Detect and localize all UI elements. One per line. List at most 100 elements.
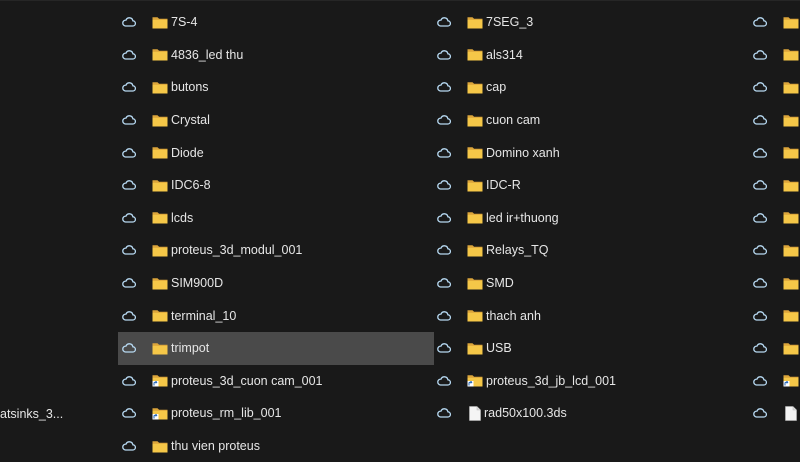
item-label: trimpot bbox=[171, 341, 210, 356]
folder-icon bbox=[152, 211, 168, 224]
cloud-sync-icon bbox=[753, 243, 768, 257]
item-label: Crystal bbox=[171, 113, 210, 128]
folder-icon bbox=[152, 146, 168, 159]
folder-item[interactable]: SIM900D bbox=[118, 267, 434, 300]
file-item[interactable]: r bbox=[749, 397, 800, 430]
item-label: terminal_10 bbox=[171, 308, 237, 323]
folder-icon bbox=[152, 81, 168, 94]
folder-item[interactable]: 7SEG_3 bbox=[433, 6, 749, 39]
folder-item[interactable]: l bbox=[749, 234, 800, 267]
folder-item[interactable]: l bbox=[749, 136, 800, 169]
cloud-sync-icon bbox=[122, 80, 137, 94]
cloud-sync-icon bbox=[437, 309, 452, 323]
folder-icon bbox=[467, 146, 483, 159]
folder-item[interactable]: IDC-R bbox=[433, 169, 749, 202]
folder-shortcut-icon bbox=[467, 374, 483, 387]
folder-shortcut-icon bbox=[783, 374, 799, 387]
folder-item[interactable]: j bbox=[749, 169, 800, 202]
item-label: SMD bbox=[486, 276, 514, 291]
file-column-1: 7S-4 4836_led thu butons Crystal Diode IDC6-8… bbox=[118, 6, 434, 462]
cloud-sync-icon bbox=[437, 276, 452, 290]
folder-item[interactable]: proteus_3d_jb_lcd_001 bbox=[433, 365, 749, 398]
item-label: 4836_led thu bbox=[171, 47, 244, 62]
cloud-sync-icon bbox=[437, 146, 452, 160]
cloud-sync-icon bbox=[122, 15, 137, 29]
file-item[interactable]: rad50x100.3ds bbox=[433, 397, 749, 430]
folder-shortcut-icon bbox=[152, 374, 168, 387]
folder-item[interactable]: p bbox=[749, 365, 800, 398]
folder-item[interactable]: proteus_3d_modul_001 bbox=[118, 234, 434, 267]
cloud-sync-icon bbox=[122, 178, 137, 192]
item-label: rad50x100.3ds bbox=[484, 406, 567, 421]
cloud-sync-icon bbox=[437, 211, 452, 225]
item-label: cuon cam bbox=[486, 113, 541, 128]
item-label: Diode bbox=[171, 145, 204, 160]
cloud-sync-icon bbox=[437, 341, 452, 355]
folder-icon bbox=[152, 277, 168, 290]
folder-icon bbox=[783, 179, 799, 192]
left-pane-item[interactable]: atsinks_3... bbox=[0, 404, 63, 424]
file-column-2: 7SEG_3 als314 cap cuon cam Domino xanh IDC-R l… bbox=[433, 6, 749, 430]
cloud-sync-icon bbox=[122, 374, 137, 388]
cloud-sync-icon bbox=[753, 374, 768, 388]
folder-item[interactable]: butons bbox=[118, 71, 434, 104]
folder-item[interactable]: l bbox=[749, 104, 800, 137]
cloud-sync-icon bbox=[122, 243, 137, 257]
file-icon bbox=[785, 406, 797, 421]
folder-item[interactable]: trimpot bbox=[118, 331, 434, 365]
folder-item[interactable]: c bbox=[749, 71, 800, 104]
folder-item[interactable]: thach anh bbox=[433, 299, 749, 332]
folder-icon bbox=[467, 48, 483, 61]
folder-item[interactable]: l bbox=[749, 202, 800, 235]
folder-icon bbox=[783, 309, 799, 322]
item-label: als314 bbox=[486, 47, 523, 62]
folder-icon bbox=[152, 114, 168, 127]
folder-icon bbox=[783, 146, 799, 159]
cloud-sync-icon bbox=[437, 113, 452, 127]
folder-item[interactable]: lcds bbox=[118, 202, 434, 235]
folder-item[interactable]: 4836_led thu bbox=[118, 39, 434, 72]
cloud-sync-icon bbox=[122, 146, 137, 160]
item-label: 7SEG_3 bbox=[486, 15, 534, 30]
folder-item[interactable]: s bbox=[749, 267, 800, 300]
folder-item[interactable] bbox=[749, 6, 800, 39]
folder-item[interactable]: proteus_rm_lib_001 bbox=[118, 397, 434, 430]
folder-icon bbox=[152, 179, 168, 192]
cloud-sync-icon bbox=[437, 406, 452, 420]
folder-icon bbox=[783, 211, 799, 224]
folder-item[interactable]: IDC6-8 bbox=[118, 169, 434, 202]
cloud-sync-icon bbox=[753, 178, 768, 192]
folder-item[interactable]: als314 bbox=[433, 39, 749, 72]
folder-item[interactable]: SMD bbox=[433, 267, 749, 300]
folder-item[interactable]: Diode bbox=[118, 136, 434, 169]
folder-item[interactable]: Relays_TQ bbox=[433, 234, 749, 267]
file-icon bbox=[469, 406, 481, 421]
item-label: proteus_3d_cuon cam_001 bbox=[171, 373, 323, 388]
folder-item[interactable]: cap bbox=[433, 71, 749, 104]
top-divider bbox=[0, 0, 800, 1]
folder-item[interactable]: 7S-4 bbox=[118, 6, 434, 39]
folder-icon bbox=[152, 16, 168, 29]
cloud-sync-icon bbox=[753, 15, 768, 29]
folder-item[interactable]: terminal_10 bbox=[118, 299, 434, 332]
cloud-sync-icon bbox=[437, 48, 452, 62]
item-label: 7S-4 bbox=[171, 15, 198, 30]
folder-item[interactable]: Domino xanh bbox=[433, 136, 749, 169]
folder-item[interactable]: thu vien proteus bbox=[118, 430, 434, 462]
folder-item[interactable]: cuon cam bbox=[433, 104, 749, 137]
folder-item[interactable]: T bbox=[749, 299, 800, 332]
folder-item[interactable]: USB bbox=[433, 332, 749, 365]
folder-item[interactable]: proteus_3d_cuon cam_001 bbox=[118, 365, 434, 398]
cloud-sync-icon bbox=[122, 341, 137, 355]
folder-shortcut-icon bbox=[152, 407, 168, 420]
item-label: IDC6-8 bbox=[171, 178, 211, 193]
item-label: IDC-R bbox=[486, 178, 521, 193]
folder-item[interactable]: V bbox=[749, 332, 800, 365]
folder-item[interactable]: a bbox=[749, 39, 800, 72]
folder-item[interactable]: Crystal bbox=[118, 104, 434, 137]
folder-icon bbox=[783, 244, 799, 257]
cloud-sync-icon bbox=[753, 146, 768, 160]
folder-item[interactable]: led ir+thuong bbox=[433, 202, 749, 235]
cloud-sync-icon bbox=[122, 309, 137, 323]
item-label: Relays_TQ bbox=[486, 243, 549, 258]
